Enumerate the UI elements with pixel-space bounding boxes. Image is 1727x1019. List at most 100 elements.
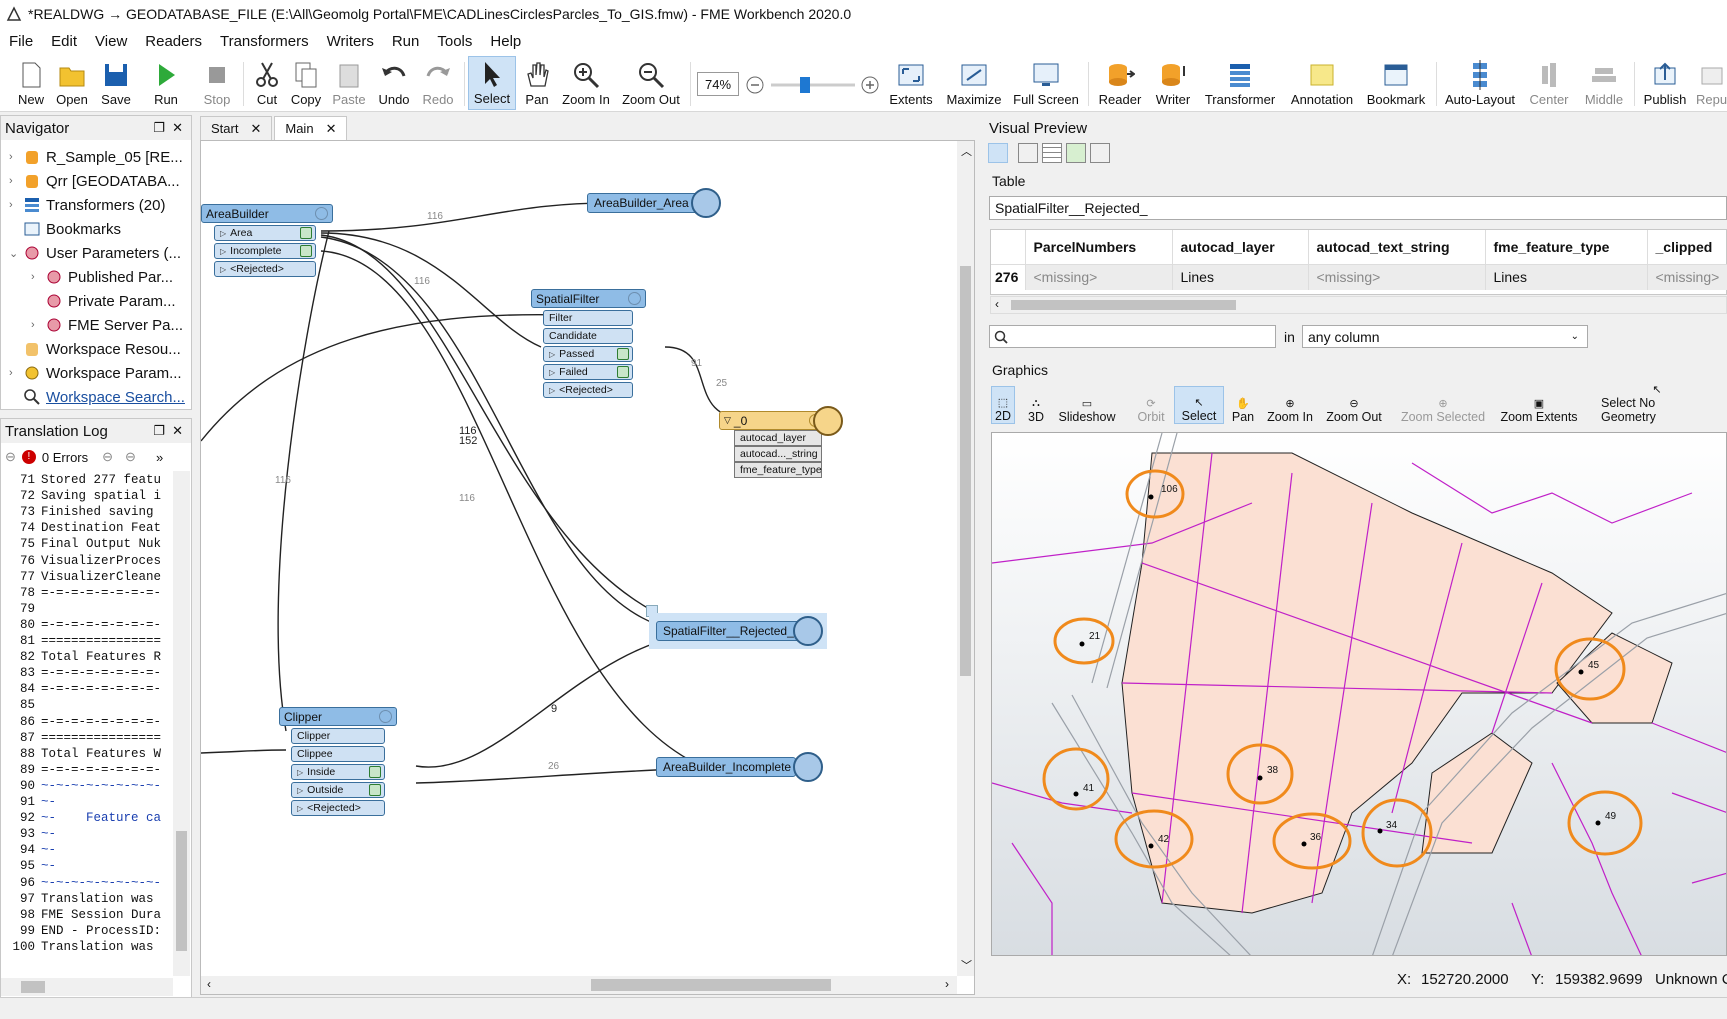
gear-icon[interactable] [628,292,641,305]
column-header[interactable]: autocad_text_string [1308,230,1486,265]
maximize-button[interactable]: Maximize [945,56,1003,110]
menu-view[interactable]: View [86,33,136,50]
inspector-areabuilder-area[interactable]: AreaBuilder_Area [587,193,707,213]
nav-item-user-parameters[interactable]: ⌄ User Parameters (... [9,241,181,265]
table-writer-icon[interactable] [813,406,843,436]
slideshow-button[interactable]: ▭ Slideshow [1054,386,1120,424]
spatialfilter-transformer[interactable]: SpatialFilter Filter Candidate ▷ Passed ▷… [531,289,646,398]
input-port-filter[interactable]: Filter [543,310,633,326]
connect-icon[interactable] [988,143,1008,163]
layout-icon[interactable] [1018,143,1038,163]
nav-item-workspace-search[interactable]: Workspace Search... [23,385,185,409]
output-port-area[interactable]: ▷ Area [214,225,316,241]
table-cell[interactable]: <missing> [1647,264,1727,290]
more-icon[interactable]: » [156,450,163,465]
close-icon[interactable]: ✕ [172,120,183,136]
nav-item-bookmarks[interactable]: Bookmarks [23,217,121,241]
inspect-icon[interactable] [300,245,312,257]
scroll-up-icon[interactable]: ︿ [961,143,972,159]
table-cell[interactable]: <missing> [1308,264,1486,290]
nav-item-reader[interactable]: › R_Sample_05 [RE... [9,145,183,169]
menu-run[interactable]: Run [383,33,429,50]
table-search-input[interactable] [989,325,1276,348]
table-cell[interactable]: Lines [1485,264,1648,290]
zoom-extents-button[interactable]: ▣ Zoom Extents [1496,386,1582,424]
tab-main[interactable]: Main ✕ [274,116,348,140]
search-column-select[interactable]: any column ⌄ [1302,325,1588,348]
menu-tools[interactable]: Tools [428,33,481,50]
magnifier-icon[interactable] [793,616,823,646]
menu-help[interactable]: Help [481,33,530,50]
log-text-area[interactable]: 71 Stored 277 featu 72 Saving spatial i 73 Fi… [1,471,171,976]
inspect-icon[interactable] [617,348,629,360]
output-port-incomplete[interactable]: ▷ Incomplete [214,243,316,259]
info-icon[interactable] [1090,143,1110,163]
back-icon[interactable]: ⊖ [125,449,136,465]
open-button[interactable]: Open [52,56,92,110]
table-horizontal-scrollbar[interactable]: ‹ [990,296,1727,314]
log-horizontal-scrollbar[interactable] [1,978,173,996]
magnifier-icon[interactable] [691,188,721,218]
tab-start[interactable]: Start ✕ [200,116,273,140]
add-writer-button[interactable]: Writer [1150,56,1196,110]
publish-button[interactable]: Publish [1640,56,1690,110]
column-header[interactable]: autocad_layer [1172,230,1309,265]
zoom-in-button[interactable]: Zoom In [558,56,614,110]
select-no-geometry-button[interactable]: ↖ Select No Geometry [1598,384,1716,424]
nav-item-published-params[interactable]: › Published Par... [31,265,173,289]
zoom-selected-button[interactable]: ⊕ Zoom Selected [1396,386,1490,424]
pan-tool-button[interactable]: Pan [520,56,554,110]
column-header[interactable]: fme_feature_type [1485,230,1648,265]
menu-transformers[interactable]: Transformers [211,33,318,50]
inspect-icon[interactable] [617,366,629,378]
close-icon[interactable]: ✕ [250,121,261,137]
input-port-candidate[interactable]: Candidate [543,328,633,344]
input-port-clippee[interactable]: Clippee [291,746,385,762]
add-reader-button[interactable]: Reader [1096,56,1144,110]
gear-icon[interactable] [315,207,328,220]
zoom-slider[interactable] [745,74,880,96]
gfx-pan-button[interactable]: ✋ Pan [1228,386,1258,424]
gfx-zoom-out-button[interactable]: ⊖ Zoom Out [1322,386,1386,424]
close-icon[interactable]: ✕ [326,121,337,137]
menu-file[interactable]: File [0,33,42,50]
undo-button[interactable]: Undo [376,56,412,110]
log-vertical-scrollbar[interactable] [173,471,190,976]
view-3d-button[interactable]: ⛬ 3D [1022,386,1050,424]
save-button[interactable]: Save [96,56,136,110]
clipper-transformer[interactable]: Clipper Clipper Clippee ▷ Inside ▷ Outside… [279,707,397,816]
middle-align-button[interactable]: Middle [1580,56,1628,110]
cut-button[interactable]: Cut [250,56,284,110]
scroll-left-icon[interactable]: ‹ [207,977,211,991]
table-row[interactable]: 276 <missing> Lines <missing> Lines <mis… [991,264,1727,290]
menu-readers[interactable]: Readers [136,33,211,50]
stop-button[interactable]: Stop [200,56,234,110]
next-icon[interactable]: ⊖ [102,449,113,465]
new-button[interactable]: New [14,56,48,110]
gfx-select-button[interactable]: ↖ Select [1174,386,1224,424]
nav-item-workspace-resources[interactable]: Workspace Resou... [23,337,181,361]
run-button[interactable]: Run [148,56,184,110]
view-2d-button[interactable]: ⬚ 2D [991,386,1015,424]
nav-item-private-params[interactable]: Private Param... [45,289,176,313]
gfx-zoom-in-button[interactable]: ⊕ Zoom In [1262,386,1318,424]
close-icon[interactable]: ✕ [172,423,183,439]
areabuilder-transformer[interactable]: AreaBuilder ▷ Area ▷ Incomplete ▷ <Rejected… [201,204,333,277]
scroll-right-icon[interactable]: › [945,977,949,991]
column-header[interactable]: ParcelNumbers [1025,230,1173,265]
table-icon[interactable] [1042,143,1062,163]
magnifier-icon[interactable] [793,752,823,782]
output-port-rejected[interactable]: ▷ <Rejected> [214,261,316,277]
gear-icon[interactable] [379,710,392,723]
table-cell[interactable]: Lines [1172,264,1309,290]
workspace-canvas[interactable]: 116 116 116 152 116 116 91 25 9 26 AreaB… [200,140,975,995]
nav-item-writer[interactable]: › Qrr [GEODATABA... [9,169,180,193]
graphics-icon[interactable] [1066,143,1086,163]
table-name-field[interactable]: SpatialFilter__Rejected_ [989,196,1727,220]
inspect-icon[interactable] [369,766,381,778]
add-transformer-button[interactable]: Transformer [1200,56,1280,110]
undock-icon[interactable]: ❐ [153,423,165,439]
undock-icon[interactable]: ❐ [153,120,165,136]
scroll-left-icon[interactable]: ‹ [995,297,999,311]
pin-icon[interactable] [1124,143,1144,163]
